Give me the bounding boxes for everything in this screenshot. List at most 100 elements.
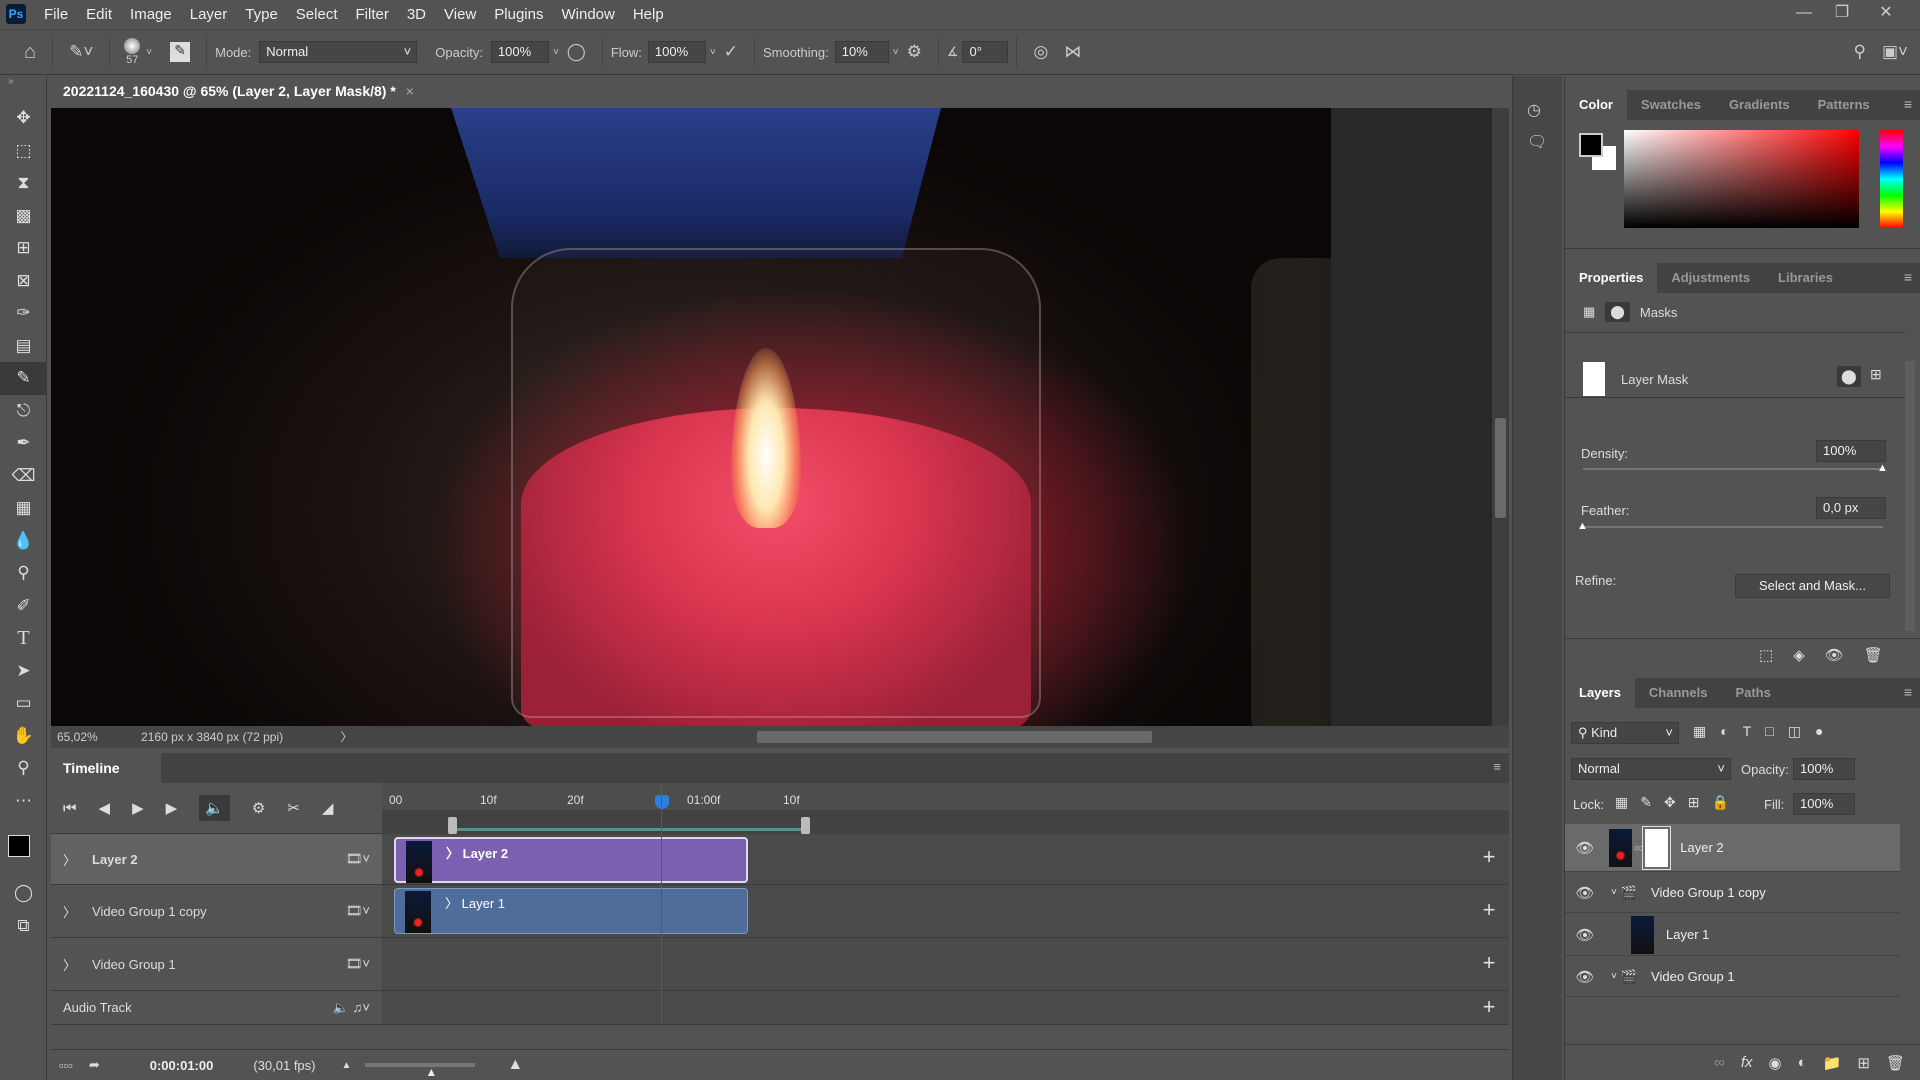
layer-filter-kind[interactable]: ⚲ Kind ˅ xyxy=(1571,722,1679,744)
play-icon[interactable]: ▶ xyxy=(132,799,144,817)
minimize-button[interactable]: — xyxy=(1784,0,1824,28)
move-tool-icon[interactable]: ✥ xyxy=(0,102,47,135)
link-icon[interactable]: ∞ xyxy=(1634,840,1643,855)
playhead-handle[interactable] xyxy=(655,795,669,809)
flow-dropdown[interactable]: ˅ xyxy=(710,47,716,58)
lasso-tool-icon[interactable]: ⧗ xyxy=(0,167,47,200)
visibility-eye-icon[interactable]: 👁 xyxy=(1565,926,1605,944)
work-area-bar[interactable] xyxy=(454,828,802,831)
menu-file[interactable]: File xyxy=(44,6,68,23)
select-and-mask-button[interactable]: Select and Mask... xyxy=(1735,574,1890,598)
render-video-icon[interactable]: ➦ xyxy=(73,1057,100,1073)
lock-position-icon[interactable]: ✥ xyxy=(1664,794,1676,811)
delete-layer-icon[interactable]: 🗑 xyxy=(1886,1054,1905,1072)
panel-menu-icon[interactable]: ≡ xyxy=(1493,759,1501,774)
history-panel-icon[interactable]: ◷ xyxy=(1527,100,1562,120)
layer-style-fx-icon[interactable]: fx xyxy=(1741,1054,1753,1071)
close-window-button[interactable]: ✕ xyxy=(1866,0,1906,28)
visibility-eye-icon[interactable]: 👁 xyxy=(1565,839,1605,857)
flow-input[interactable]: 100% xyxy=(647,41,706,63)
history-brush-tool-icon[interactable]: ✒ xyxy=(0,427,47,460)
settings-gear-icon[interactable]: ⚙ xyxy=(252,799,265,817)
film-icon[interactable]: 🎞˅ xyxy=(346,851,370,867)
eyedropper-tool-icon[interactable]: ✑ xyxy=(0,297,47,330)
feather-slider[interactable] xyxy=(1583,526,1883,528)
time-ruler[interactable]: 00 10f 20f 01:00f 10f xyxy=(382,783,1509,834)
tab-color[interactable]: Color xyxy=(1565,90,1627,120)
frame-animation-icon[interactable]: ▫▫▫ xyxy=(51,1058,73,1073)
add-media-button[interactable]: + xyxy=(1469,950,1509,976)
menu-window[interactable]: Window xyxy=(561,6,614,23)
pixel-properties-icon[interactable]: ▦ xyxy=(1583,304,1595,320)
menu-edit[interactable]: Edit xyxy=(86,6,112,23)
density-input[interactable]: 100% xyxy=(1816,440,1886,462)
track-video-group-1[interactable]: 〉 Video Group 1 🎞˅ xyxy=(51,938,382,991)
track-video-group-1-copy[interactable]: 〉 Video Group 1 copy 🎞˅ xyxy=(51,885,382,938)
healing-brush-tool-icon[interactable]: ▤ xyxy=(0,330,47,363)
hand-tool-icon[interactable]: ✋ xyxy=(0,720,47,753)
stamp-tool-icon[interactable]: ⎋ xyxy=(0,395,47,428)
blur-tool-icon[interactable]: 💧 xyxy=(0,525,47,558)
collapse-icon[interactable]: » xyxy=(0,76,46,90)
marquee-tool-icon[interactable]: ⬚ xyxy=(0,135,47,168)
screen-mode-icon[interactable]: ⧉ xyxy=(0,910,47,943)
tab-properties[interactable]: Properties xyxy=(1565,263,1658,293)
tab-swatches[interactable]: Swatches xyxy=(1627,90,1715,120)
filter-type-icon[interactable]: T xyxy=(1743,723,1752,740)
timeline-zoom-slider[interactable]: ▲ xyxy=(365,1063,476,1079)
comments-panel-icon[interactable]: 🗨 xyxy=(1527,132,1562,152)
menu-select[interactable]: Select xyxy=(296,6,338,23)
zoom-out-icon[interactable]: ▲ xyxy=(316,1060,352,1071)
opacity-input[interactable]: 100% xyxy=(490,41,549,63)
tab-libraries[interactable]: Libraries xyxy=(1764,263,1847,293)
add-media-button[interactable]: + xyxy=(1469,844,1509,870)
vertical-scrollbar[interactable] xyxy=(1492,108,1509,726)
smoothing-dropdown[interactable]: ˅ xyxy=(893,47,899,58)
menu-3d[interactable]: 3D xyxy=(407,6,426,23)
layer-mask-thumbnail[interactable] xyxy=(1642,825,1672,870)
tab-layers[interactable]: Layers xyxy=(1565,678,1635,708)
properties-scrollbar[interactable] xyxy=(1905,361,1915,631)
lock-artboard-icon[interactable]: ⊞ xyxy=(1688,794,1700,811)
menu-type[interactable]: Type xyxy=(245,6,278,23)
mute-audio-icon[interactable]: 🔈 xyxy=(199,795,230,821)
lock-transparent-icon[interactable]: ▦ xyxy=(1615,794,1628,811)
symmetry-butterfly-icon[interactable]: ⋈ xyxy=(1064,42,1081,62)
menu-layer[interactable]: Layer xyxy=(190,6,228,23)
first-frame-icon[interactable]: ⏮ xyxy=(63,800,77,817)
mask-properties-icon[interactable]: ⬤ xyxy=(1605,302,1630,322)
dodge-tool-icon[interactable]: ⚲ xyxy=(0,557,47,590)
layer-row-video-group-1-copy[interactable]: 👁 ˅ 🎬 Video Group 1 copy xyxy=(1565,873,1900,913)
lock-all-icon[interactable]: 🔒 xyxy=(1711,794,1728,811)
menu-filter[interactable]: Filter xyxy=(356,6,389,23)
tab-paths[interactable]: Paths xyxy=(1721,678,1784,708)
close-tab-icon[interactable]: × xyxy=(406,83,414,99)
frame-tool-icon[interactable]: ⊠ xyxy=(0,265,47,298)
pressure-size-icon[interactable]: ◎ xyxy=(1033,42,1048,62)
info-arrow-icon[interactable]: 〉 xyxy=(287,730,353,744)
color-swatches[interactable] xyxy=(0,817,46,877)
split-scissors-icon[interactable]: ✂ xyxy=(287,799,300,817)
new-layer-icon[interactable]: ⊞ xyxy=(1857,1054,1870,1072)
menu-plugins[interactable]: Plugins xyxy=(494,6,543,23)
filter-smart-object-icon[interactable]: ◫ xyxy=(1788,723,1801,740)
menu-view[interactable]: View xyxy=(444,6,476,23)
smoothing-input[interactable]: 10% xyxy=(834,41,889,63)
zoom-in-icon[interactable]: ▲ xyxy=(475,1056,523,1074)
visibility-eye-icon[interactable]: 👁 xyxy=(1565,968,1605,986)
link-layers-icon[interactable]: ∞ xyxy=(1714,1054,1725,1071)
layer-row-layer-1[interactable]: 👁 Layer 1 xyxy=(1565,914,1900,956)
transition-icon[interactable]: ◢ xyxy=(322,799,334,817)
expand-group-icon[interactable]: ˅ xyxy=(1611,971,1617,982)
timeline-tab[interactable]: Timeline xyxy=(51,753,161,783)
tab-channels[interactable]: Channels xyxy=(1635,678,1722,708)
canvas-image[interactable] xyxy=(51,108,1331,726)
brush-tool-active-icon[interactable]: ✎ xyxy=(0,362,47,395)
work-area-end-handle[interactable] xyxy=(801,817,810,834)
eraser-tool-icon[interactable]: ⌫ xyxy=(0,460,47,493)
tab-patterns[interactable]: Patterns xyxy=(1804,90,1884,120)
previous-frame-icon[interactable]: ◀ xyxy=(99,799,111,817)
horizontal-scrollbar[interactable] xyxy=(757,731,1152,743)
filter-toggle-icon[interactable]: ● xyxy=(1815,723,1823,740)
pen-tool-icon[interactable]: ✐ xyxy=(0,590,47,623)
